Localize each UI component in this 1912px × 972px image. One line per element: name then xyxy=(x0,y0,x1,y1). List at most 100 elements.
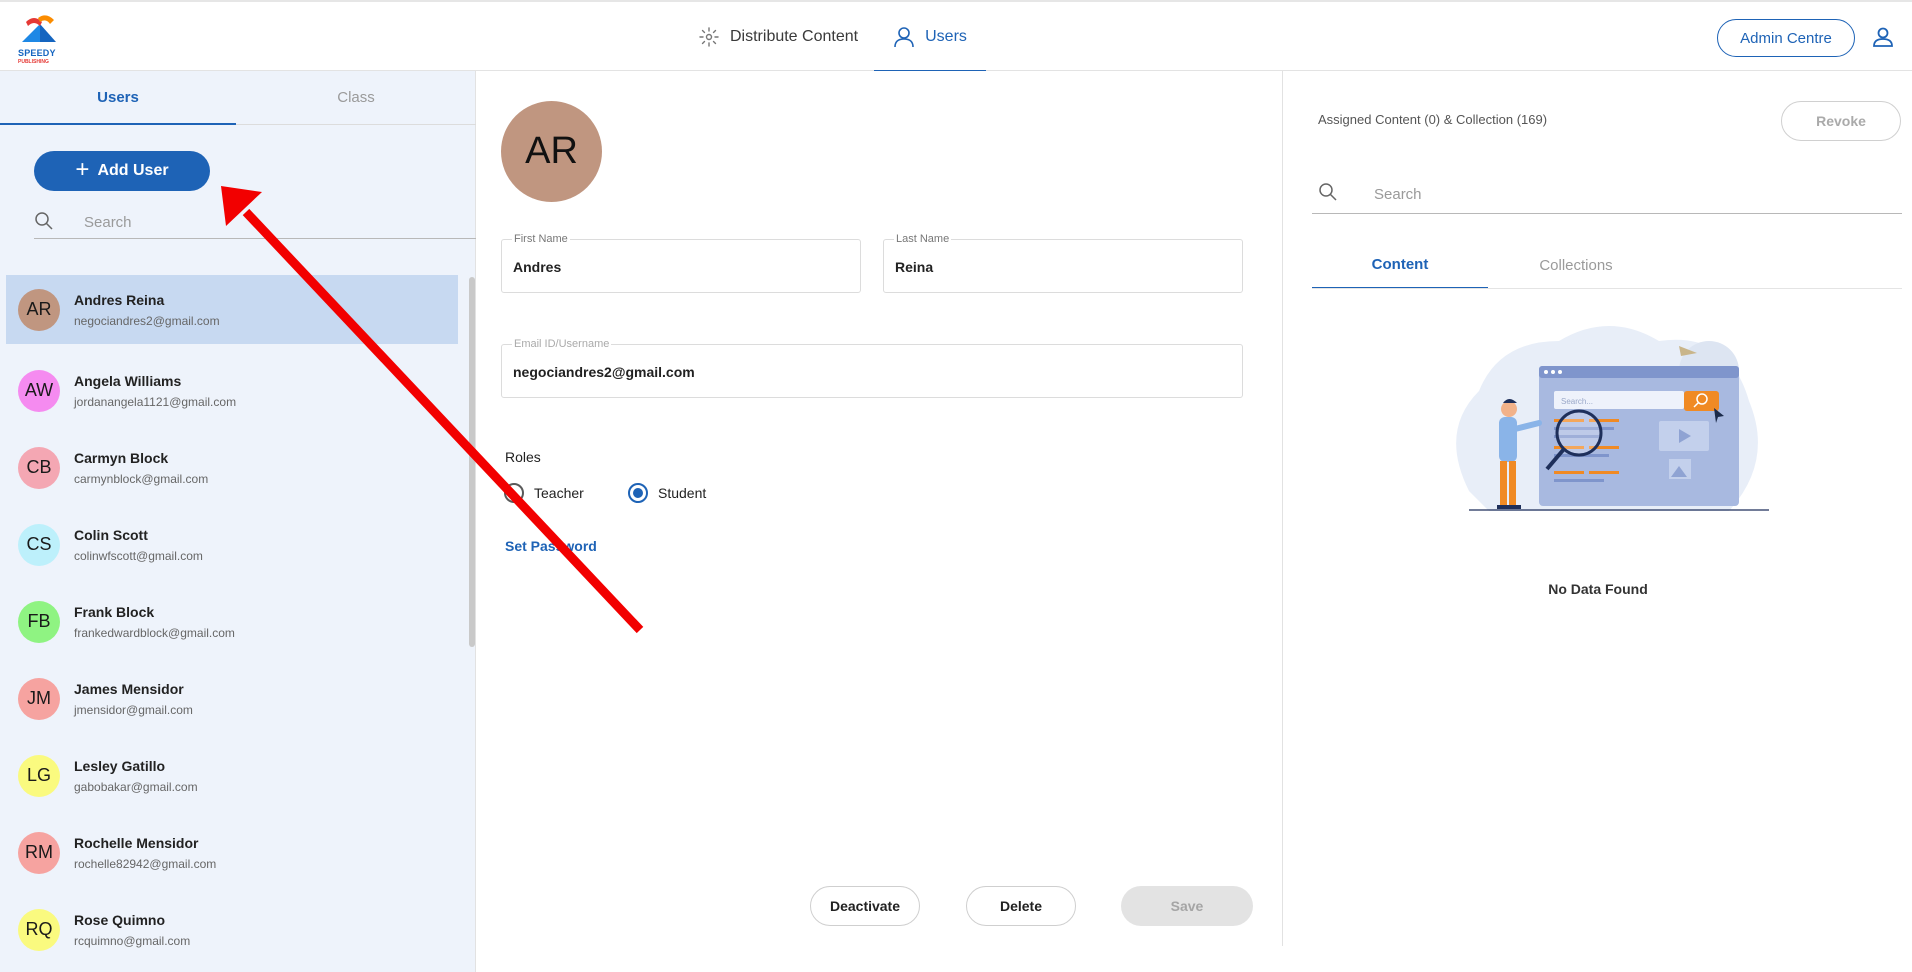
set-password-link[interactable]: Set Password xyxy=(505,538,597,554)
user-name: Rochelle Mensidor xyxy=(74,834,199,851)
user-list: AR Andres Reina negociandres2@gmail.com AW A… xyxy=(6,275,458,968)
nav-users-label: Users xyxy=(925,28,967,45)
user-email: rcquimno@gmail.com xyxy=(74,933,191,948)
role-student-label: Student xyxy=(658,485,707,501)
no-data-message: No Data Found xyxy=(1548,581,1648,597)
delete-button[interactable]: Delete xyxy=(966,886,1076,926)
app-root: SPEEDY PUBLISHING Distribute Content Use… xyxy=(0,0,1912,972)
speedy-publishing-logo[interactable]: SPEEDY PUBLISHING xyxy=(16,12,66,65)
assigned-content-panel: Assigned Content (0) & Collection (169) … xyxy=(1284,71,1912,946)
profile-icon[interactable] xyxy=(1872,26,1894,48)
user-email: gabobakar@gmail.com xyxy=(74,779,198,794)
last-name-field[interactable]: Last Name Reina xyxy=(883,233,1243,293)
user-avatar: RQ xyxy=(18,908,60,951)
user-email: frankedwardblock@gmail.com xyxy=(74,625,235,640)
roles-title: Roles xyxy=(505,449,541,465)
last-name-label: Last Name xyxy=(894,233,952,245)
user-list-scrollbar[interactable] xyxy=(469,277,475,647)
user-avatar: RM xyxy=(18,831,60,874)
users-icon xyxy=(894,27,914,48)
user-email: jmensidor@gmail.com xyxy=(74,702,193,717)
user-name: Carmyn Block xyxy=(74,449,169,466)
user-avatar-large: AR xyxy=(501,101,602,202)
search-placeholder: Search xyxy=(84,214,132,231)
user-avatar: AR xyxy=(18,288,60,331)
plus-icon: + xyxy=(75,156,90,183)
user-info: James Mensidor jmensidor@gmail.com xyxy=(74,681,193,717)
nav-distribute-label: Distribute Content xyxy=(730,28,859,45)
user-list-item[interactable]: FB Frank Block frankedwardblock@gmail.com xyxy=(6,583,458,660)
tab-class[interactable]: Class xyxy=(236,71,476,125)
user-name: Colin Scott xyxy=(74,526,148,543)
user-name: Frank Block xyxy=(74,603,155,620)
user-avatar: AW xyxy=(18,369,60,412)
user-info: Angela Williams jordanangela1121@gmail.co… xyxy=(74,373,236,409)
nav-distribute-content[interactable]: Distribute Content xyxy=(698,2,858,72)
email-label: Email ID/Username xyxy=(512,338,612,350)
role-student-radio[interactable]: Student xyxy=(628,483,706,503)
user-detail-panel: AR First Name Andres Last Name Reina Ema… xyxy=(476,71,1283,946)
user-avatar: LG xyxy=(18,754,60,797)
logo-subtext: PUBLISHING xyxy=(18,59,49,65)
user-list-item[interactable]: LG Lesley Gatillo gabobakar@gmail.com xyxy=(6,737,458,814)
first-name-value: Andres xyxy=(513,259,562,275)
save-button[interactable]: Save xyxy=(1121,886,1253,926)
user-avatar: JM xyxy=(18,677,60,720)
search-icon xyxy=(35,212,53,230)
last-name-value: Reina xyxy=(895,259,934,275)
user-list-item[interactable]: RM Rochelle Mensidor rochelle82942@gmail.c… xyxy=(6,814,458,891)
radio-checked-icon xyxy=(628,483,648,503)
admin-centre-button[interactable]: Admin Centre xyxy=(1717,19,1855,57)
tab-collections[interactable]: Collections xyxy=(1488,241,1664,289)
nav-users[interactable]: Users xyxy=(874,2,986,73)
role-teacher-label: Teacher xyxy=(534,485,584,501)
user-name: Angela Williams xyxy=(74,372,182,389)
user-email: jordanangela1121@gmail.com xyxy=(74,394,237,409)
search-icon xyxy=(1319,183,1337,201)
user-list-item[interactable]: CB Carmyn Block carmynblock@gmail.com xyxy=(6,429,458,506)
users-sidebar: Users Class + Add User Search AR Andres R… xyxy=(0,71,476,972)
user-info: Andres Reina negociandres2@gmail.com xyxy=(74,292,220,328)
top-bar: SPEEDY PUBLISHING Distribute Content Use… xyxy=(0,0,1912,73)
user-avatar: CB xyxy=(18,446,60,489)
user-avatar: CS xyxy=(18,523,60,566)
user-list-item[interactable]: CS Colin Scott colinwfscott@gmail.com xyxy=(6,506,458,583)
search-placeholder: Search xyxy=(1374,186,1422,203)
user-email: rochelle82942@gmail.com xyxy=(74,856,217,871)
add-user-button[interactable]: + Add User xyxy=(34,151,210,191)
tab-divider xyxy=(1312,288,1902,289)
user-list-item[interactable]: JM James Mensidor jmensidor@gmail.com xyxy=(6,660,458,737)
user-list-item[interactable]: AW Angela Williams jordanangela1121@gmail.… xyxy=(6,352,458,429)
user-name: James Mensidor xyxy=(74,680,184,697)
empty-state-illustration: Search... xyxy=(1456,326,1769,511)
first-name-field[interactable]: First Name Andres xyxy=(501,233,861,293)
user-info: Rochelle Mensidor rochelle82942@gmail.com xyxy=(74,835,216,871)
email-value: negociandres2@gmail.com xyxy=(513,364,695,380)
user-info: Frank Block frankedwardblock@gmail.com xyxy=(74,604,235,640)
tab-users[interactable]: Users xyxy=(0,71,236,125)
user-info: Colin Scott colinwfscott@gmail.com xyxy=(74,527,203,563)
revoke-button[interactable]: Revoke xyxy=(1781,101,1901,141)
user-name: Rose Quimno xyxy=(74,911,166,928)
user-email: negociandres2@gmail.com xyxy=(74,313,220,328)
user-avatar: FB xyxy=(18,600,60,643)
user-list-item[interactable]: RQ Rose Quimno rcquimno@gmail.com xyxy=(6,891,458,968)
content-search-input[interactable]: Search xyxy=(1312,174,1902,214)
tab-content[interactable]: Content xyxy=(1312,241,1488,289)
user-list-item[interactable]: AR Andres Reina negociandres2@gmail.com xyxy=(6,275,458,344)
user-name: Lesley Gatillo xyxy=(74,757,166,774)
illustration-search-text: Search... xyxy=(1561,397,1593,406)
user-info: Lesley Gatillo gabobakar@gmail.com xyxy=(74,758,198,794)
user-email: colinwfscott@gmail.com xyxy=(74,548,203,563)
distribute-icon xyxy=(699,27,719,47)
logo-text: SPEEDY xyxy=(18,48,56,58)
deactivate-button[interactable]: Deactivate xyxy=(810,886,920,926)
role-teacher-radio[interactable]: Teacher xyxy=(504,483,584,503)
email-field[interactable]: Email ID/Username negociandres2@gmail.co… xyxy=(501,338,1243,398)
user-email: carmynblock@gmail.com xyxy=(74,471,209,486)
first-name-label: First Name xyxy=(512,233,570,245)
assigned-summary: Assigned Content (0) & Collection (169) xyxy=(1318,112,1548,127)
user-search-input[interactable]: Search xyxy=(34,205,476,239)
user-info: Rose Quimno rcquimno@gmail.com xyxy=(74,912,190,948)
user-name: Andres Reina xyxy=(74,291,165,308)
